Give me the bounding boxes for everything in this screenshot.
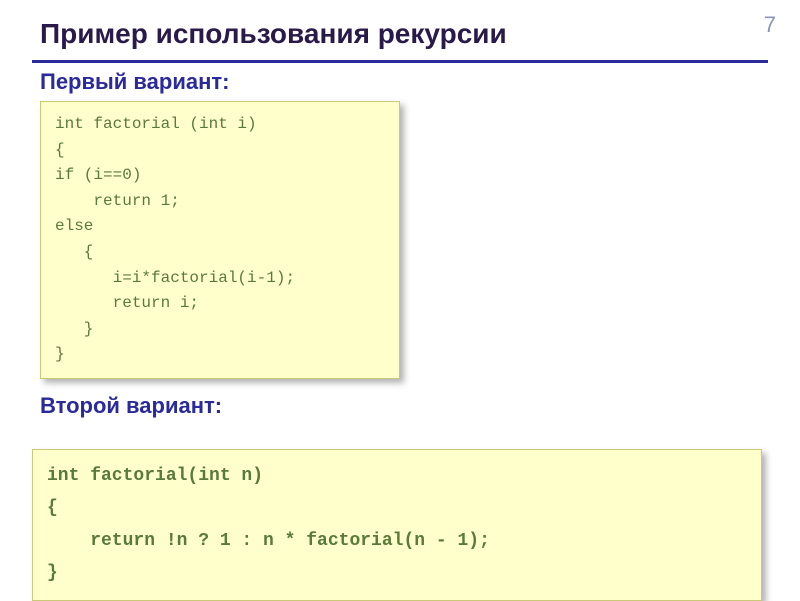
subtitle-second-variant: Второй вариант: (32, 393, 768, 419)
page-number: 7 (764, 12, 776, 38)
code-block-second: int factorial(int n) { return !n ? 1 : n… (32, 449, 762, 601)
subtitle-first-variant: Первый вариант: (32, 69, 768, 95)
slide-title: Пример использования рекурсии (32, 18, 768, 63)
code-block-first: int factorial (int i) { if (i==0) return… (40, 101, 400, 379)
